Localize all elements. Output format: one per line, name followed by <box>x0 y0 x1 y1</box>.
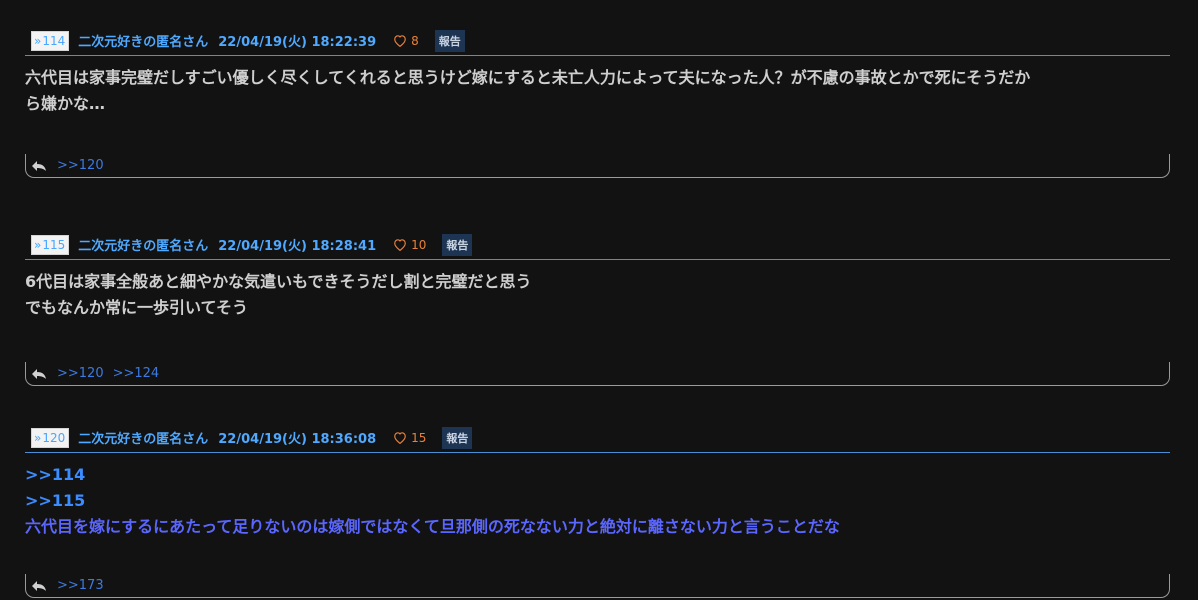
post-number-button[interactable]: » 114 <box>31 30 70 51</box>
heart-icon <box>394 432 406 444</box>
like-button[interactable]: 8 <box>393 34 419 48</box>
post-date: 22/04/19(火) 18:22:39 <box>218 35 377 50</box>
reply-link[interactable]: >>173 <box>57 578 104 593</box>
body-line: 六代目を嫁にするにあたって足りないのは嫁側ではなくて旦那側の死なない力と絶対に離… <box>25 517 840 536</box>
reply-link[interactable]: >>120 <box>57 158 104 173</box>
heart-icon <box>394 239 406 251</box>
body-line: 六代目は家事完璧だしすごい優しく尽くしてくれると思うけど嫁にすると未亡人力によっ… <box>25 68 1031 87</box>
report-button[interactable]: 報告 <box>434 29 465 52</box>
like-count: 10 <box>411 237 427 252</box>
post-footer: >>120 <box>25 154 1170 178</box>
poster-name: 二次元好きの匿名さん <box>78 35 209 50</box>
like-count: 15 <box>411 430 427 445</box>
post-number: 114 <box>42 33 66 48</box>
anchor-link[interactable]: >>114 <box>25 462 1170 488</box>
reply-icon[interactable] <box>31 580 47 592</box>
post-114: » 114 二次元好きの匿名さん 22/04/19(火) 18:22:39 8 … <box>25 26 1170 178</box>
post-date: 22/04/19(火) 18:28:41 <box>218 239 377 254</box>
post-header: » 115 二次元好きの匿名さん 22/04/19(火) 18:28:41 10… <box>25 230 1170 260</box>
body-line: 6代目は家事全般あと細やかな気遣いもできそうだし割と完璧だと思う <box>25 272 532 291</box>
poster-name: 二次元好きの匿名さん <box>78 239 209 254</box>
thread: » 114 二次元好きの匿名さん 22/04/19(火) 18:22:39 8 … <box>0 0 1198 600</box>
like-button[interactable]: 10 <box>393 238 426 252</box>
post-footer: >>173 <box>25 574 1170 598</box>
post-number: 115 <box>42 237 66 252</box>
post-header: » 114 二次元好きの匿名さん 22/04/19(火) 18:22:39 8 … <box>25 26 1170 56</box>
post-115: » 115 二次元好きの匿名さん 22/04/19(火) 18:28:41 10… <box>25 230 1170 386</box>
reply-icon[interactable] <box>31 368 47 380</box>
heart-icon <box>394 35 406 47</box>
post-body: >>114 >>115 六代目を嫁にするにあたって足りないのは嫁側ではなくて旦那… <box>25 462 1170 540</box>
post-number: 120 <box>42 430 66 445</box>
poster-name: 二次元好きの匿名さん <box>78 432 209 447</box>
double-chevron-icon: » <box>34 237 42 252</box>
post-date: 22/04/19(火) 18:36:08 <box>218 432 377 447</box>
like-count: 8 <box>411 33 419 48</box>
anchor-link[interactable]: >>115 <box>25 488 1170 514</box>
double-chevron-icon: » <box>34 430 42 445</box>
post-body: 六代目は家事完璧だしすごい優しく尽くしてくれると思うけど嫁にすると未亡人力によっ… <box>25 65 1170 117</box>
report-button[interactable]: 報告 <box>442 233 473 256</box>
double-chevron-icon: » <box>34 33 42 48</box>
body-line: ら嫌かな… <box>25 94 106 113</box>
reply-link[interactable]: >>120 <box>57 366 104 381</box>
like-button[interactable]: 15 <box>393 431 426 445</box>
post-number-button[interactable]: » 120 <box>31 427 70 448</box>
body-line: でもなんか常に一歩引いてそう <box>25 298 249 317</box>
reply-link[interactable]: >>124 <box>113 366 160 381</box>
post-body: 6代目は家事全般あと細やかな気遣いもできそうだし割と完璧だと思う でもなんか常に… <box>25 269 1170 321</box>
post-120: » 120 二次元好きの匿名さん 22/04/19(火) 18:36:08 15… <box>25 423 1170 598</box>
post-number-button[interactable]: » 115 <box>31 234 70 255</box>
report-button[interactable]: 報告 <box>442 426 473 449</box>
post-header: » 120 二次元好きの匿名さん 22/04/19(火) 18:36:08 15… <box>25 423 1170 453</box>
reply-icon[interactable] <box>31 160 47 172</box>
post-footer: >>120 >>124 <box>25 362 1170 386</box>
